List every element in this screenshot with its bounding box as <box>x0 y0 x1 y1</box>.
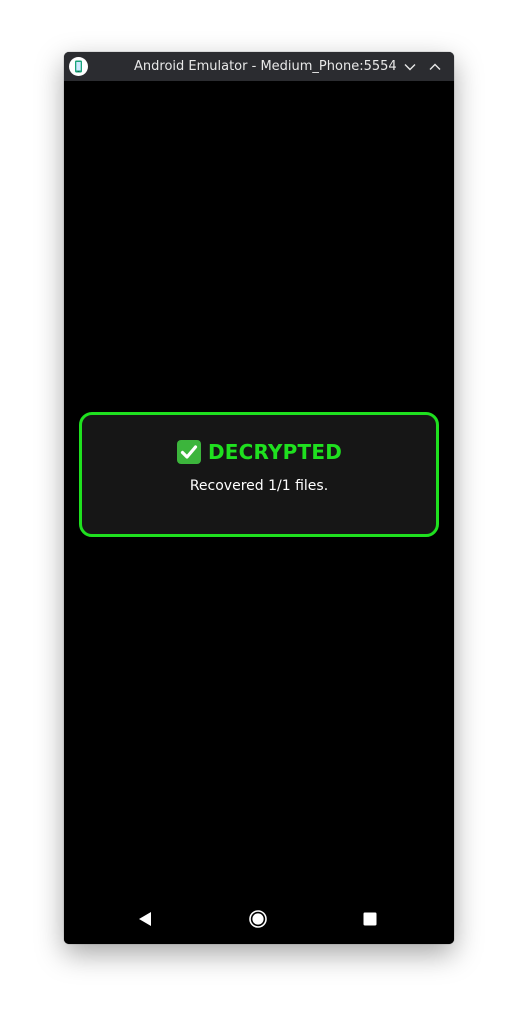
minimize-button[interactable] <box>400 57 420 77</box>
back-button[interactable] <box>135 909 155 929</box>
title-bar[interactable]: Android Emulator - Medium_Phone:5554 <box>64 52 454 81</box>
chevron-down-icon <box>404 64 416 71</box>
decryption-status-card: DECRYPTED Recovered 1/1 files. <box>79 412 439 537</box>
status-title-row: DECRYPTED <box>82 439 436 469</box>
status-title: DECRYPTED <box>207 440 343 464</box>
home-circle-icon <box>249 910 267 928</box>
recents-square-icon <box>363 912 377 926</box>
device-screen[interactable]: DECRYPTED Recovered 1/1 files. <box>64 81 454 944</box>
back-triangle-icon <box>139 912 151 926</box>
status-message: Recovered 1/1 files. <box>189 478 329 494</box>
maximize-button[interactable] <box>425 57 445 77</box>
check-mark-button-icon <box>176 439 202 465</box>
android-emulator-icon <box>69 57 88 76</box>
chevron-up-icon <box>429 63 441 70</box>
window-title: Android Emulator - Medium_Phone:5554 <box>134 59 397 74</box>
emulator-window: Android Emulator - Medium_Phone:5554 DEC… <box>64 52 454 944</box>
recents-button[interactable] <box>360 909 380 929</box>
navigation-bar <box>64 903 454 935</box>
home-button[interactable] <box>248 909 268 929</box>
